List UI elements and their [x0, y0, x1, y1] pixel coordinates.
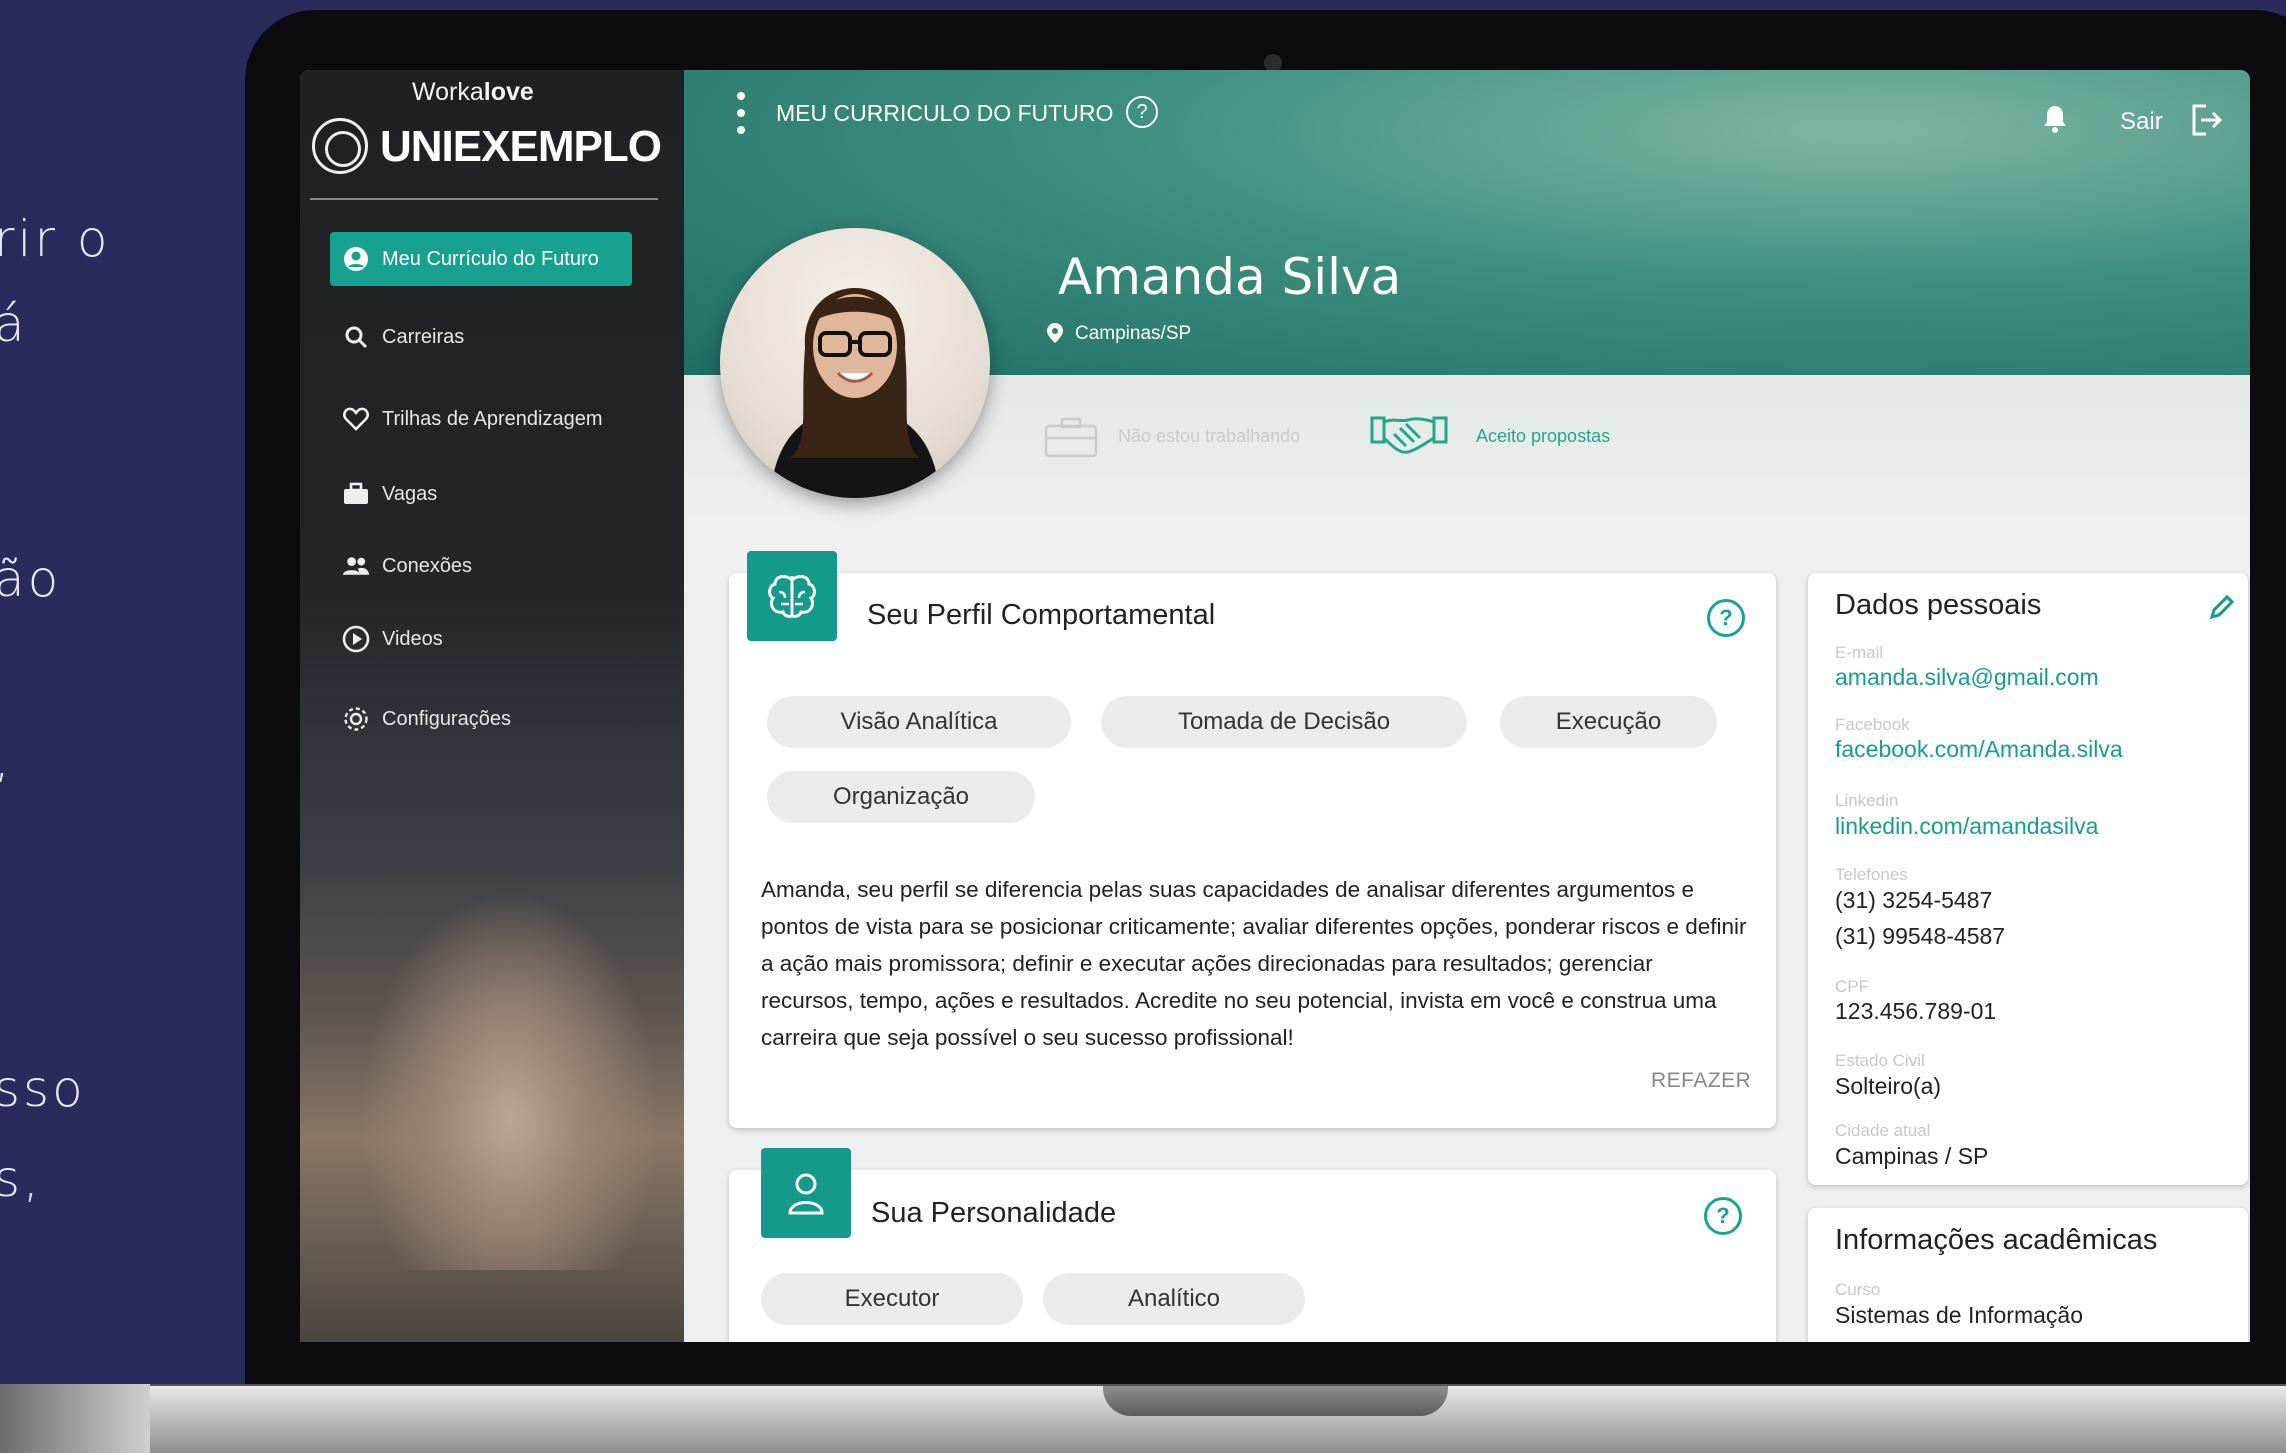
sidebar-item-carreiras[interactable]: Carreiras: [330, 310, 464, 364]
university-logo-icon: [312, 118, 368, 174]
workalove-brand: Workalove: [412, 78, 534, 106]
phones-label: Telefones: [1835, 865, 1908, 884]
cpf-value: 123.456.789-01: [1835, 998, 1997, 1024]
sidebar-item-curriculo[interactable]: Meu Currículo do Futuro: [330, 232, 632, 286]
profile-name: Amanda Silva: [1058, 248, 1402, 306]
brain-icon: [747, 551, 837, 641]
page-title: MEU CURRICULO DO FUTURO: [776, 100, 1114, 126]
tag-organizacao: Organização: [767, 771, 1035, 823]
academic-info-card: Informações acadêmicas Curso Sistemas de…: [1808, 1208, 2248, 1342]
email-link[interactable]: amanda.silva@gmail.com: [1835, 664, 2099, 691]
sidebar-divider: [310, 198, 658, 200]
sidebar-item-label: Meu Currículo do Futuro: [382, 247, 599, 270]
help-icon[interactable]: ?: [1126, 96, 1158, 128]
status-not-working[interactable]: Não estou trabalhando: [1118, 426, 1300, 447]
user-icon: [761, 1148, 851, 1238]
sidebar-item-label: Videos: [382, 627, 443, 650]
sidebar-item-label: Conexões: [382, 554, 473, 577]
backdrop-text-5: sso: [0, 1060, 86, 1118]
backdrop-text-3: ão: [0, 550, 62, 608]
facebook-link[interactable]: facebook.com/Amanda.silva: [1835, 736, 2123, 763]
sidebar-item-configuracoes[interactable]: Configurações: [330, 692, 511, 746]
gear-icon: [342, 705, 370, 733]
logout-button[interactable]: Sair: [2120, 108, 2163, 136]
location-pin-icon: [1046, 322, 1064, 344]
tag-visao-analitica: Visão Analítica: [767, 696, 1071, 748]
tag-executor: Executor: [761, 1273, 1023, 1325]
behavioral-profile-description: Amanda, seu perfil se diferencia pelas s…: [761, 877, 1747, 1050]
status-accepts-offers[interactable]: Aceito propostas: [1476, 426, 1610, 447]
email-label: E-mail: [1835, 643, 1884, 662]
sidebar: Workalove UNIEXEMPLO Meu Currículo do Fu…: [300, 70, 684, 1342]
city-label: Cidade atual: [1835, 1121, 1931, 1140]
phone-1: (31) 3254-5487: [1835, 887, 1993, 913]
bell-icon[interactable]: [2042, 104, 2068, 134]
sidebar-item-label: Carreiras: [382, 325, 465, 348]
rocket-launch-image: [360, 890, 660, 1270]
pencil-icon[interactable]: [2208, 593, 2236, 621]
backdrop-text-4: ,: [0, 730, 13, 788]
more-menu-icon[interactable]: [737, 92, 747, 140]
search-icon: [342, 323, 370, 351]
sidebar-item-label: Configurações: [382, 707, 511, 730]
facebook-label: Facebook: [1835, 715, 1910, 734]
linkedin-link[interactable]: linkedin.com/amandasilva: [1835, 813, 2098, 840]
civil-status-value: Solteiro(a): [1835, 1073, 1942, 1099]
linkedin-label: Linkedin: [1835, 791, 1899, 810]
laptop-base-edge: [0, 1384, 150, 1453]
personality-card: Sua Personalidade ? Executor Analítico: [729, 1148, 1776, 1342]
avatar[interactable]: [720, 228, 990, 498]
behavioral-profile-card: Seu Perfil Comportamental ? Visão Analít…: [729, 551, 1776, 1128]
tag-tomada-de-decisao: Tomada de Decisão: [1101, 696, 1467, 748]
civil-status-label: Estado Civil: [1835, 1051, 1925, 1070]
sidebar-item-videos[interactable]: Videos: [330, 612, 443, 666]
help-icon[interactable]: ?: [1704, 1197, 1742, 1235]
app-screen: Workalove UNIEXEMPLO Meu Currículo do Fu…: [300, 70, 2250, 1342]
backdrop-text-2: á: [0, 295, 28, 353]
personal-data-title: Dados pessoais: [1835, 589, 2042, 621]
play-circle-icon: [342, 625, 370, 653]
people-icon: [342, 552, 370, 580]
tag-analitico: Analítico: [1043, 1273, 1305, 1325]
tag-execucao: Execução: [1500, 696, 1717, 748]
cpf-label: CPF: [1835, 977, 1869, 996]
handshake-icon: [1370, 412, 1448, 458]
heart-icon: [342, 405, 370, 433]
briefcase-icon: [1044, 416, 1098, 458]
city-value: Campinas / SP: [1835, 1143, 1989, 1169]
redo-button[interactable]: REFAZER: [1651, 1069, 1751, 1093]
laptop-notch: [1103, 1386, 1448, 1416]
user-circle-icon: [342, 245, 370, 273]
personal-data-card: Dados pessoais E-mail amanda.silva@gmail…: [1808, 573, 2248, 1185]
university-name: UNIEXEMPLO: [380, 122, 662, 171]
course-label: Curso: [1835, 1280, 1881, 1299]
academic-info-title: Informações acadêmicas: [1835, 1224, 2158, 1256]
phone-2: (31) 99548-4587: [1835, 923, 2006, 949]
course-value: Sistemas de Informação: [1835, 1302, 2084, 1328]
profile-location: Campinas/SP: [1075, 323, 1192, 344]
sidebar-item-trilhas[interactable]: Trilhas de Aprendizagem: [330, 392, 603, 446]
help-icon[interactable]: ?: [1707, 599, 1745, 637]
logout-icon[interactable]: [2188, 102, 2224, 138]
sidebar-item-vagas[interactable]: Vagas: [330, 467, 437, 521]
briefcase-icon: [342, 480, 370, 508]
personality-title: Sua Personalidade: [871, 1197, 1117, 1229]
backdrop-text-1: rir o: [0, 210, 111, 268]
behavioral-profile-title: Seu Perfil Comportamental: [867, 599, 1216, 631]
sidebar-item-label: Vagas: [382, 482, 438, 505]
backdrop-text-6: s,: [0, 1150, 42, 1208]
sidebar-item-label: Trilhas de Aprendizagem: [382, 407, 603, 430]
sidebar-item-conexoes[interactable]: Conexões: [330, 539, 472, 593]
